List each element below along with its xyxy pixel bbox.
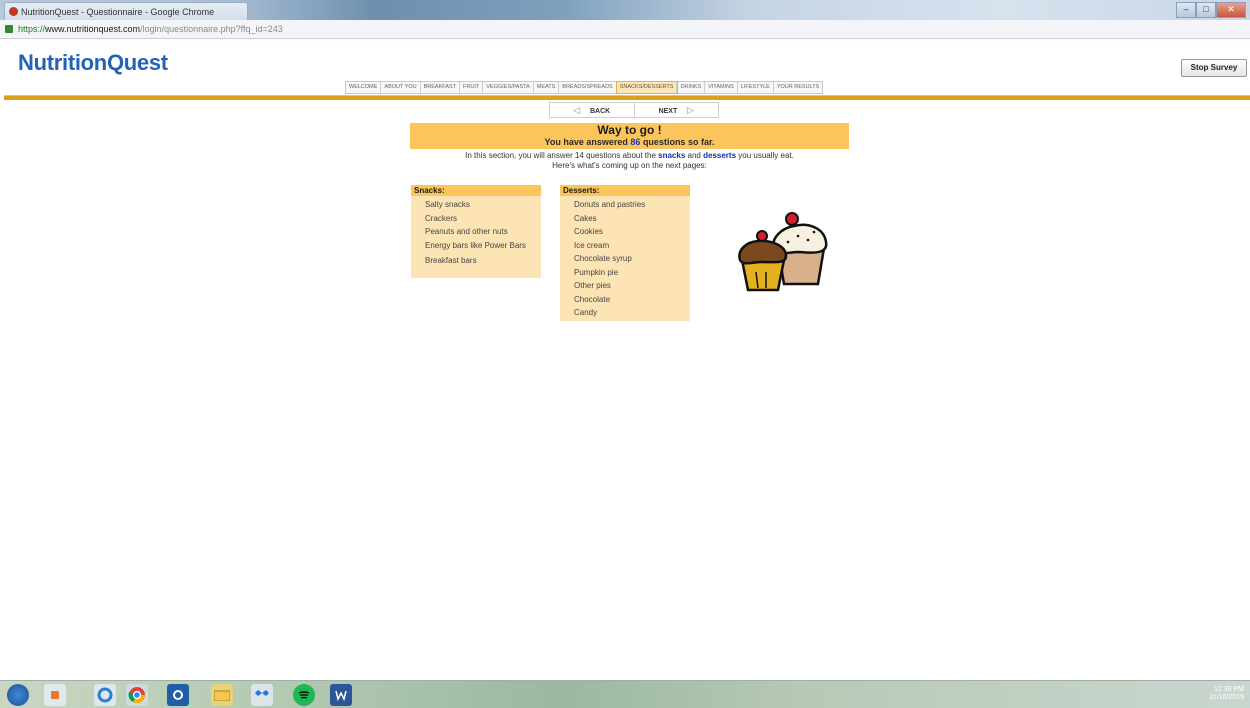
- browser-tab[interactable]: NutritionQuest - Questionnaire - Google …: [4, 2, 248, 20]
- back-arrow-icon: ◁: [573, 105, 581, 115]
- intro-line-1: In this section, you will answer 14 ques…: [410, 151, 849, 161]
- intro-snacks-word: snacks: [658, 151, 686, 160]
- intro-line-2: Here's what's coming up on the next page…: [552, 161, 707, 170]
- back-button[interactable]: ◁ BACK: [550, 103, 635, 117]
- cupcake-illustration: [738, 212, 828, 292]
- minimize-button[interactable]: –: [1176, 2, 1196, 18]
- outlook-icon[interactable]: [167, 684, 189, 706]
- nav-tab-snacks-desserts[interactable]: SNACKS/DESSERTS: [615, 81, 679, 94]
- snack-item: Salty snacks: [425, 200, 470, 209]
- banner-title: Way to go !: [597, 123, 662, 137]
- snack-item: Breakfast bars: [425, 255, 477, 265]
- answered-summary: You have answered 86 questions so far.: [410, 137, 849, 148]
- intro-and-word: and: [687, 151, 701, 160]
- answered-suffix: questions so far.: [642, 137, 715, 147]
- spotify-icon[interactable]: [293, 684, 315, 706]
- desserts-panel: Desserts: Donuts and pastries Cakes Cookie…: [560, 185, 690, 321]
- site-logo[interactable]: NutritionQuest: [18, 50, 168, 76]
- internet-explorer-icon[interactable]: [94, 684, 116, 706]
- desserts-heading: Desserts:: [560, 185, 690, 196]
- file-explorer-icon[interactable]: [211, 684, 233, 706]
- dessert-item: Cookies: [574, 227, 603, 236]
- lock-icon: [5, 25, 13, 33]
- intro-text-a: In this section, you will answer 14 ques…: [465, 151, 656, 160]
- dessert-item: Pumpkin pie: [574, 267, 619, 277]
- nav-tab-lifestyle[interactable]: LIFESTYLE: [738, 82, 774, 93]
- section-intro: In this section, you will answer 14 ques…: [410, 151, 849, 171]
- nav-tab-drinks[interactable]: DRINKS: [677, 82, 706, 93]
- snacks-heading: Snacks:: [411, 185, 541, 196]
- favicon-icon: [9, 7, 18, 16]
- snack-item: Crackers: [425, 213, 458, 223]
- nav-tab-breads-spreads[interactable]: BREADS/SPREADS: [559, 82, 617, 93]
- answered-count: 86: [630, 137, 641, 147]
- nav-tab-breakfast[interactable]: BREAKFAST: [421, 82, 461, 93]
- dessert-item: Ice cream: [574, 240, 610, 250]
- dessert-item: Chocolate: [574, 294, 611, 304]
- clock-time: 12:39 PM: [1214, 686, 1244, 693]
- word-icon[interactable]: [330, 684, 352, 706]
- browser-titlebar: NutritionQuest - Questionnaire - Google …: [0, 0, 1250, 20]
- media-player-icon[interactable]: [44, 684, 66, 706]
- snack-item: Energy bars like Power Bars: [425, 240, 526, 250]
- windows-taskbar: 12:39 PM 11/16/2015: [0, 680, 1250, 708]
- dropbox-icon[interactable]: [251, 684, 273, 706]
- intro-text-b: you usually eat.: [738, 151, 794, 160]
- dessert-item: Donuts and pastries: [574, 200, 646, 209]
- maximize-button[interactable]: □: [1196, 2, 1216, 18]
- intro-desserts-word: desserts: [703, 151, 737, 160]
- url-scheme: https://: [18, 24, 46, 34]
- nav-tab-welcome[interactable]: WELCOME: [346, 82, 382, 93]
- dessert-item: Other pies: [574, 281, 611, 290]
- chrome-icon[interactable]: [126, 684, 148, 706]
- dessert-item: Candy: [574, 308, 598, 317]
- next-label: NEXT: [658, 108, 678, 115]
- window-controls: – □ ✕: [1176, 2, 1246, 18]
- header-divider: [4, 95, 1250, 100]
- address-bar[interactable]: https://www.nutritionquest.com/login/que…: [0, 20, 1250, 39]
- nav-tab-fruit[interactable]: FRUIT: [460, 82, 484, 93]
- back-label: BACK: [589, 108, 611, 115]
- snacks-panel: Snacks: Salty snacks Crackers Peanuts and …: [411, 185, 541, 278]
- desserts-list: Donuts and pastries Cakes Cookies Ice cream…: [560, 196, 690, 320]
- next-button[interactable]: NEXT ▷: [635, 103, 719, 117]
- dessert-item: Cakes: [574, 213, 597, 223]
- clock-date: 11/16/2015: [1209, 694, 1244, 701]
- url-path: /login/questionnaire.php?ffq_id=243: [140, 24, 283, 34]
- next-arrow-icon: ▷: [686, 105, 694, 115]
- nav-tab-your-results[interactable]: YOUR RESULTS: [774, 82, 822, 93]
- nav-tab-veggies-pasta[interactable]: VEGGIES/PASTA: [483, 82, 534, 93]
- nav-tab-vitamins[interactable]: VITAMINS: [705, 82, 738, 93]
- url-host: www.nutritionquest.com: [45, 24, 141, 34]
- answered-prefix: You have answered: [544, 137, 628, 147]
- pager: ◁ BACK NEXT ▷: [549, 102, 719, 118]
- system-tray-clock[interactable]: 12:39 PM 11/16/2015: [1209, 686, 1244, 702]
- tab-title: NutritionQuest - Questionnaire - Google …: [21, 7, 215, 17]
- section-nav: WELCOME ABOUT YOU BREAKFAST FRUIT VEGGIES/PA…: [345, 81, 824, 94]
- start-menu-icon[interactable]: [7, 684, 29, 706]
- snacks-list: Salty snacks Crackers Peanuts and other nu…: [411, 196, 541, 267]
- nav-tab-meats[interactable]: MEATS: [534, 82, 560, 93]
- snack-item: Peanuts and other nuts: [425, 227, 508, 236]
- nav-tab-about-you[interactable]: ABOUT YOU: [381, 82, 421, 93]
- progress-banner: Way to go ! You have answered 86 questio…: [410, 123, 849, 149]
- stop-survey-button[interactable]: Stop Survey: [1181, 59, 1247, 77]
- close-button[interactable]: ✕: [1216, 2, 1246, 18]
- dessert-item: Chocolate syrup: [574, 254, 632, 263]
